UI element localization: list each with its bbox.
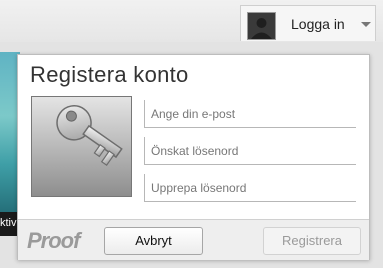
chevron-down-icon[interactable]	[361, 22, 371, 27]
top-bar: Logga in	[0, 0, 383, 42]
register-dialog: Registera konto Proof Avbryt Registrera	[17, 54, 370, 260]
dialog-footer: Proof Avbryt Registrera	[18, 219, 369, 260]
dialog-title: Registera konto	[30, 62, 189, 87]
register-button[interactable]: Registrera	[263, 227, 361, 255]
login-label: Logga in	[291, 16, 345, 32]
repeat-password-field[interactable]	[144, 174, 356, 202]
proof-logo: Proof	[27, 228, 80, 253]
password-field[interactable]	[144, 137, 356, 165]
login-menu-button[interactable]: Logga in	[240, 5, 376, 41]
user-silhouette-icon	[247, 12, 276, 40]
cancel-button[interactable]: Avbryt	[104, 227, 203, 255]
key-icon	[31, 96, 132, 197]
email-field[interactable]	[144, 100, 356, 128]
